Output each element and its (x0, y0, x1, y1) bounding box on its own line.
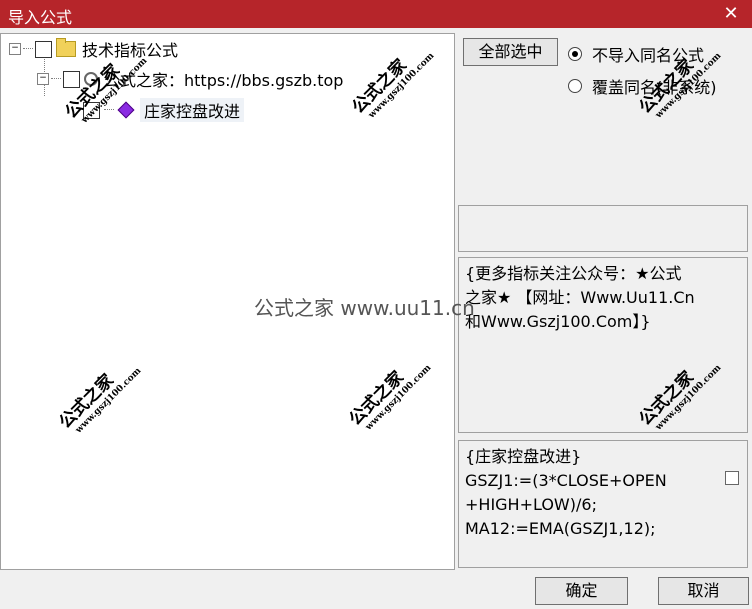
tree-connector (51, 78, 61, 80)
radio-overwrite-icon[interactable] (568, 79, 582, 93)
radio-overwrite-label: 覆盖同名(非系统) (592, 78, 717, 97)
window-title: 导入公式 (8, 8, 73, 27)
ok-button[interactable]: 确定 (535, 577, 628, 605)
radio-overwrite[interactable]: 覆盖同名(非系统) (568, 74, 717, 98)
tree-connector (23, 48, 33, 50)
cancel-button[interactable]: 取消 (658, 577, 749, 605)
tree-node-child[interactable]: − 公式之家：https://bbs.gszb.top (37, 68, 343, 90)
radio-no-import[interactable]: 不导入同名公式 (568, 42, 704, 66)
formula-gem-icon (117, 101, 135, 119)
root-checkbox[interactable] (35, 40, 52, 58)
code-checkbox[interactable] (725, 471, 739, 485)
child-checkbox[interactable] (63, 70, 80, 88)
formula-tree[interactable]: − 技术指标公式 − 公式之家：https://bbs.gszb.top 庄家控… (0, 33, 455, 570)
code-line: +HIGH+LOW)/6; (465, 495, 597, 514)
tree-node-leaf[interactable]: 庄家控盘改进 (83, 98, 245, 122)
description-line: 之家★ 【网址：Www.Uu11.Cn (465, 288, 695, 307)
radio-no-import-label: 不导入同名公式 (592, 46, 705, 65)
folder-icon (56, 38, 76, 57)
description-line: 和Www.Gszj100.Com】} (465, 312, 651, 331)
info-box-empty (458, 205, 748, 252)
leaf-label: 庄家控盘改进 (140, 98, 245, 122)
code-line: MA12:=EMA(GSZJ1,12); (465, 519, 656, 538)
child-label: 公式之家：https://bbs.gszb.top (104, 71, 344, 90)
collapse-icon[interactable]: − (9, 43, 21, 55)
code-line: {庄家控盘改进} (465, 447, 582, 466)
description-line: {更多指标关注公众号：★公式 (465, 264, 682, 283)
select-all-button[interactable]: 全部选中 (463, 38, 558, 66)
collapse-icon[interactable]: − (37, 73, 49, 85)
close-icon[interactable]: ✕ (720, 3, 742, 25)
title-bar: 导入公式 ✕ (0, 0, 752, 28)
root-label: 技术指标公式 (82, 41, 179, 60)
formula-description: {更多指标关注公众号：★公式 之家★ 【网址：Www.Uu11.Cn 和Www.… (458, 257, 748, 433)
gear-icon (84, 72, 98, 86)
formula-code[interactable]: {庄家控盘改进} GSZJ1:=(3*CLOSE+OPEN +HIGH+LOW)… (458, 440, 748, 568)
leaf-checkbox[interactable] (83, 101, 100, 119)
radio-no-import-icon[interactable] (568, 47, 582, 61)
tree-connector (104, 109, 114, 111)
tree-node-root[interactable]: − 技术指标公式 (9, 38, 178, 60)
code-line: GSZJ1:=(3*CLOSE+OPEN (465, 471, 667, 490)
